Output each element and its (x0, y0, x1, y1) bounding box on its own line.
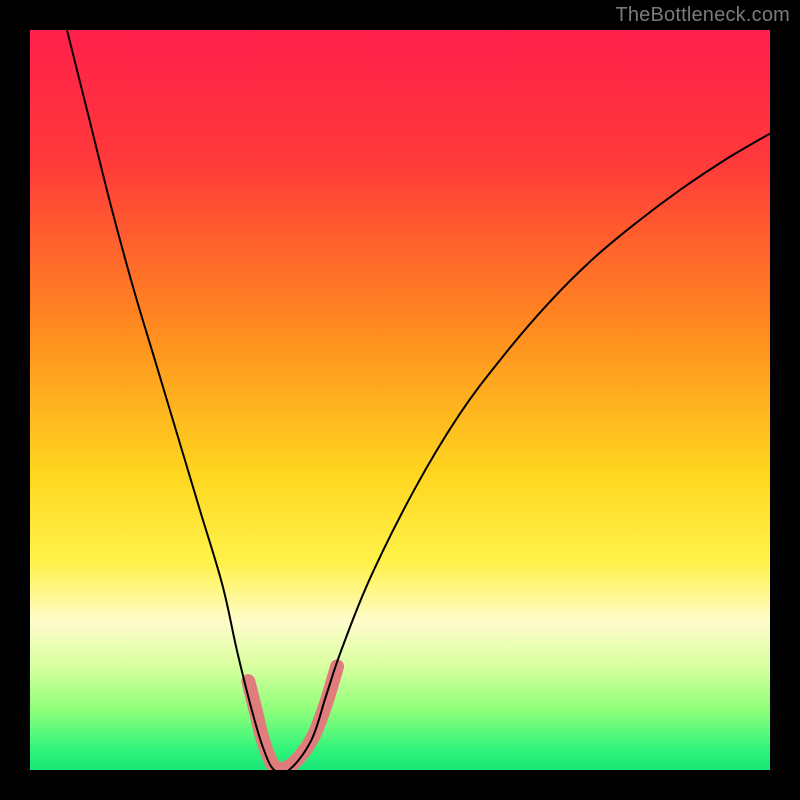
chart-frame: TheBottleneck.com (0, 0, 800, 800)
gradient-background (30, 30, 770, 770)
plot-area (30, 30, 770, 770)
bottleneck-chart (30, 30, 770, 770)
watermark-label: TheBottleneck.com (615, 4, 790, 27)
